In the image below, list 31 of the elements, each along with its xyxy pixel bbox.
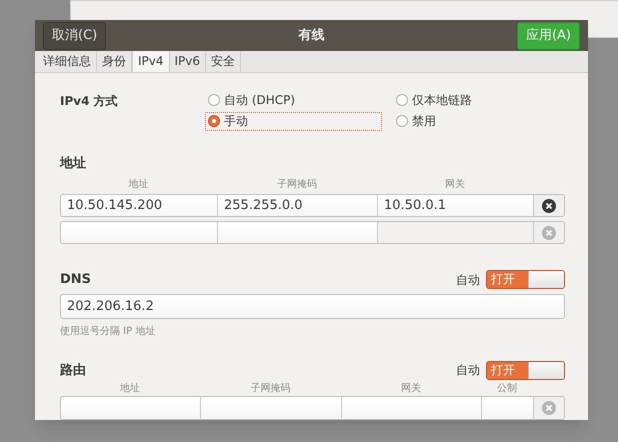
dns-field[interactable]: 202.206.16.2: [60, 294, 565, 318]
tab[interactable]: IPv4: [132, 51, 170, 72]
table-field[interactable]: 10.50.145.200: [61, 195, 218, 216]
column-header: 子网掩码: [250, 382, 292, 396]
tab[interactable]: 安全: [206, 51, 242, 72]
section-title: 路由: [60, 362, 86, 380]
column-header: 网关: [400, 382, 422, 396]
hint-text: 使用逗号分隔 IP 地址: [60, 324, 156, 338]
section-title: DNS: [60, 271, 92, 289]
table-field[interactable]: 255.255.0.0: [218, 195, 378, 216]
column-header: 子网掩码: [276, 178, 318, 192]
ipv4-method-label: IPv4 方式: [60, 92, 119, 110]
auto-label: 自动: [456, 362, 480, 380]
remove-icon: [542, 226, 556, 240]
column-header: 地址: [128, 178, 150, 192]
radio-option[interactable]: 仅本地链路: [393, 90, 543, 110]
remove-icon: [542, 401, 556, 415]
section-title: 地址: [60, 154, 87, 172]
auto-label: 自动: [456, 272, 480, 289]
radio-option[interactable]: 禁用: [393, 112, 543, 130]
remove-icon: [542, 198, 556, 212]
radio-option[interactable]: 手动: [205, 112, 382, 130]
cancel-button[interactable]: 取消(C): [43, 22, 106, 50]
tab[interactable]: IPv6: [170, 51, 206, 72]
radio-option[interactable]: 自动 (DHCP): [205, 90, 393, 110]
column-header: 公制: [496, 382, 518, 396]
window-title: 有线: [298, 26, 325, 45]
tab[interactable]: 详细信息: [38, 51, 97, 72]
table-field[interactable]: 10.50.0.1: [378, 195, 534, 216]
column-header: 网关: [444, 178, 466, 192]
column-header: 地址: [119, 382, 141, 396]
